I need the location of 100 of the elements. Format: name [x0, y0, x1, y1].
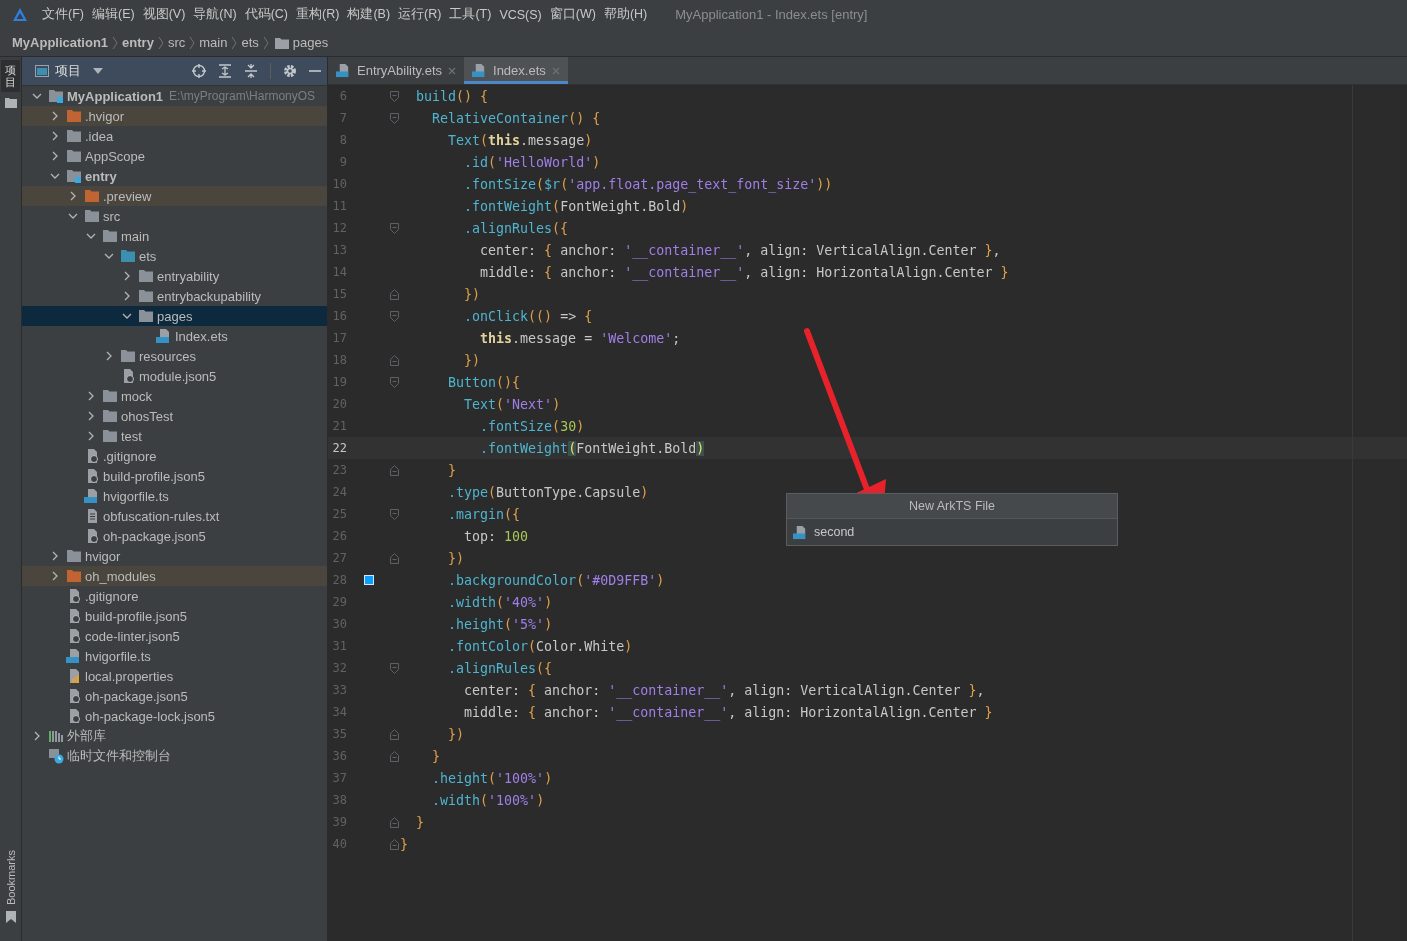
tree-item-label: hvigorfile.ts	[85, 648, 151, 664]
tree-item[interactable]: entry	[22, 166, 327, 186]
fold-icon[interactable]	[390, 662, 399, 674]
menu-item[interactable]: 工具(T)	[449, 6, 500, 23]
menu-item[interactable]: 视图(V)	[142, 6, 194, 23]
breadcrumb-item[interactable]: MyApplication1	[12, 35, 109, 50]
fold-icon[interactable]	[390, 112, 399, 124]
code-line: })	[447, 726, 465, 742]
breadcrumb-item[interactable]: pages	[292, 35, 329, 50]
line-number: 25	[331, 507, 347, 521]
tree-item[interactable]: Index.ets	[22, 326, 327, 346]
fold-icon[interactable]	[390, 816, 399, 828]
code-line: build() {	[415, 88, 489, 104]
locate-icon[interactable]	[192, 64, 206, 78]
line-number: 21	[331, 419, 347, 433]
tree-item[interactable]: code-linter.json5	[22, 626, 327, 646]
fold-icon[interactable]	[390, 90, 399, 102]
menu-item[interactable]: 帮助(H)	[603, 6, 656, 23]
tree-item[interactable]: ets	[22, 246, 327, 266]
tree-item-label: ets	[139, 248, 157, 264]
tree-item[interactable]: resources	[22, 346, 327, 366]
settings-icon[interactable]	[283, 64, 297, 78]
tree-item[interactable]: AppScope	[22, 146, 327, 166]
code-line: }	[415, 814, 425, 830]
breadcrumb-item[interactable]: entry	[122, 35, 154, 50]
line-number: 35	[331, 727, 347, 741]
line-number: 7	[338, 111, 347, 125]
breadcrumb-item[interactable]: src	[167, 35, 186, 50]
editor-tab[interactable]: EntryAbility.ets	[328, 57, 464, 84]
fold-icon[interactable]	[390, 464, 399, 476]
fold-icon[interactable]	[390, 288, 399, 300]
tree-item[interactable]: src	[22, 206, 327, 226]
fold-icon[interactable]	[390, 222, 399, 234]
tree-item[interactable]: .hvigor	[22, 106, 327, 126]
tree-item[interactable]: mock	[22, 386, 327, 406]
tree-item[interactable]: local.properties	[22, 666, 327, 686]
collapse-all-icon[interactable]	[244, 64, 258, 78]
menu-item[interactable]: VCS(S)	[499, 7, 550, 22]
line-number: 15	[331, 287, 347, 301]
project-tool-tab[interactable]: 项目	[1, 60, 20, 93]
menu-item[interactable]: 文件(F)	[42, 6, 92, 23]
line-number: 31	[331, 639, 347, 653]
tree-item[interactable]: oh-package.json5	[22, 686, 327, 706]
menu-item[interactable]: 重构(R)	[296, 6, 348, 23]
menu-item[interactable]: 导航(N)	[193, 6, 245, 23]
tree-item[interactable]: hvigor	[22, 546, 327, 566]
menu-item[interactable]: 构建(B)	[347, 6, 399, 23]
chevron-icon	[157, 35, 164, 50]
tree-item[interactable]: entrybackupability	[22, 286, 327, 306]
fold-icon[interactable]	[390, 354, 399, 366]
fold-icon[interactable]	[390, 310, 399, 322]
tree-item-label: pages	[157, 308, 193, 324]
tree-item[interactable]: main	[22, 226, 327, 246]
menu-item[interactable]: 代码(C)	[244, 6, 297, 23]
code-line: .onClick(() => {	[463, 308, 593, 324]
tree-item[interactable]: test	[22, 426, 327, 446]
tree-item[interactable]: .preview	[22, 186, 327, 206]
bookmarks-tool-tab[interactable]: Bookmarks	[4, 849, 17, 905]
tree-item[interactable]: obfuscation-rules.txt	[22, 506, 327, 526]
folder-icon	[48, 89, 64, 103]
code-line: center: { anchor: '__container__', align: VerticalAlign.Center },	[463, 682, 985, 698]
tree-item[interactable]: .gitignore	[22, 586, 327, 606]
tree-item[interactable]: ohosTest	[22, 406, 327, 426]
color-swatch[interactable]	[363, 575, 374, 585]
tree-item[interactable]: oh-package-lock.json5	[22, 706, 327, 726]
dropdown-caret-icon[interactable]	[93, 68, 103, 74]
tree-item[interactable]: 临时文件和控制台	[22, 746, 327, 766]
tree-item[interactable]: module.json5	[22, 366, 327, 386]
fold-icon[interactable]	[390, 838, 399, 850]
fold-icon[interactable]	[390, 376, 399, 388]
fold-icon[interactable]	[390, 750, 399, 762]
tree-item[interactable]: .gitignore	[22, 446, 327, 466]
tree-item[interactable]: .idea	[22, 126, 327, 146]
tree-item[interactable]: build-profile.json5	[22, 466, 327, 486]
breadcrumb-item[interactable]: ets	[241, 35, 259, 50]
expand-all-icon[interactable]	[218, 64, 232, 78]
editor-tab[interactable]: Index.ets	[464, 57, 568, 84]
tree-item[interactable]: 外部库	[22, 726, 327, 746]
tree-item[interactable]: MyApplication1 E:\myProgram\HarmonyOS	[22, 86, 327, 106]
fold-icon[interactable]	[390, 552, 399, 564]
tree-item[interactable]: hvigorfile.ts	[22, 486, 327, 506]
menu-item[interactable]: 编辑(E)	[91, 6, 143, 23]
tree-item[interactable]: oh_modules	[22, 566, 327, 586]
tree-item[interactable]: hvigorfile.ts	[22, 646, 327, 666]
chevron-icon	[112, 35, 119, 50]
popup-item[interactable]: second	[787, 519, 1117, 545]
tree-item[interactable]: pages	[22, 306, 327, 326]
fold-icon[interactable]	[390, 728, 399, 740]
menu-item[interactable]: 运行(R)	[398, 6, 450, 23]
tree-item-label: MyApplication1	[67, 88, 164, 104]
tree-item[interactable]: build-profile.json5	[22, 606, 327, 626]
tree-item[interactable]: entryability	[22, 266, 327, 286]
breadcrumb-item[interactable]: main	[199, 35, 228, 50]
code-line: .fontWeight(FontWeight.Bold)	[479, 440, 705, 456]
panel-title[interactable]: 项目	[55, 62, 81, 80]
menu-item[interactable]: 窗口(W)	[549, 6, 604, 23]
folder-icon	[102, 409, 118, 423]
fold-icon[interactable]	[390, 508, 399, 520]
line-number: 12	[331, 221, 347, 235]
tree-item[interactable]: oh-package.json5	[22, 526, 327, 546]
